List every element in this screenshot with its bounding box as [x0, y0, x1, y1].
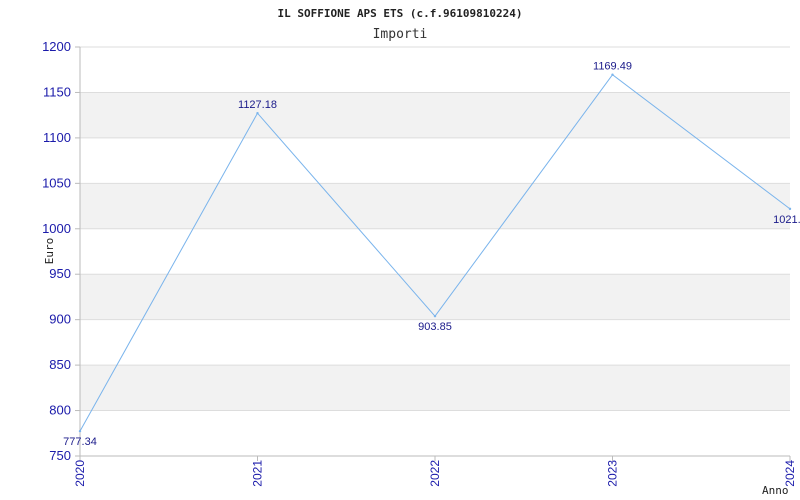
y-tick-label: 900 [49, 312, 71, 327]
y-tick-label: 750 [49, 448, 71, 463]
grid-band [80, 365, 790, 411]
data-point [788, 207, 792, 211]
y-tick-label: 850 [49, 357, 71, 372]
data-point [611, 73, 614, 76]
x-tick-label: 2024 [783, 460, 797, 487]
x-axis-label: Anno [762, 484, 789, 497]
y-axis-label: Euro [43, 238, 56, 265]
data-label: 1127.18 [238, 99, 277, 111]
y-tick-label: 1050 [42, 175, 71, 190]
data-label: 1169.49 [593, 61, 632, 73]
x-tick-labels: 2020 2021 2022 2023 2024 [73, 460, 797, 487]
y-tick-label: 1000 [42, 221, 71, 236]
data-point [433, 314, 437, 318]
chart-title: IL SOFFIONE APS ETS (c.f.96109810224) [277, 7, 522, 20]
grid-band [80, 274, 790, 320]
grid-bands [80, 92, 790, 411]
y-tick-label: 1200 [42, 39, 71, 54]
data-point [78, 429, 82, 433]
x-tick-label: 2022 [428, 460, 442, 487]
y-tick-label: 800 [49, 403, 71, 418]
x-tick-label: 2020 [73, 460, 87, 487]
y-tick-label: 1150 [43, 84, 71, 99]
grid-band [80, 92, 790, 138]
data-label: 903.85 [418, 321, 452, 333]
chart: IL SOFFIONE APS ETS (c.f.96109810224) Im… [0, 0, 800, 500]
x-tick-label: 2021 [251, 460, 265, 487]
y-tick-label: 950 [49, 266, 71, 281]
data-label: 1021.9 [773, 214, 800, 226]
chart-subtitle: Importi [373, 27, 428, 42]
y-tick-label: 1100 [43, 130, 71, 145]
data-point [256, 111, 259, 115]
line-chart: IL SOFFIONE APS ETS (c.f.96109810224) Im… [42, 7, 800, 497]
data-label: 777.34 [63, 436, 97, 448]
grid-band [80, 183, 790, 229]
x-tick-label: 2023 [606, 460, 620, 487]
